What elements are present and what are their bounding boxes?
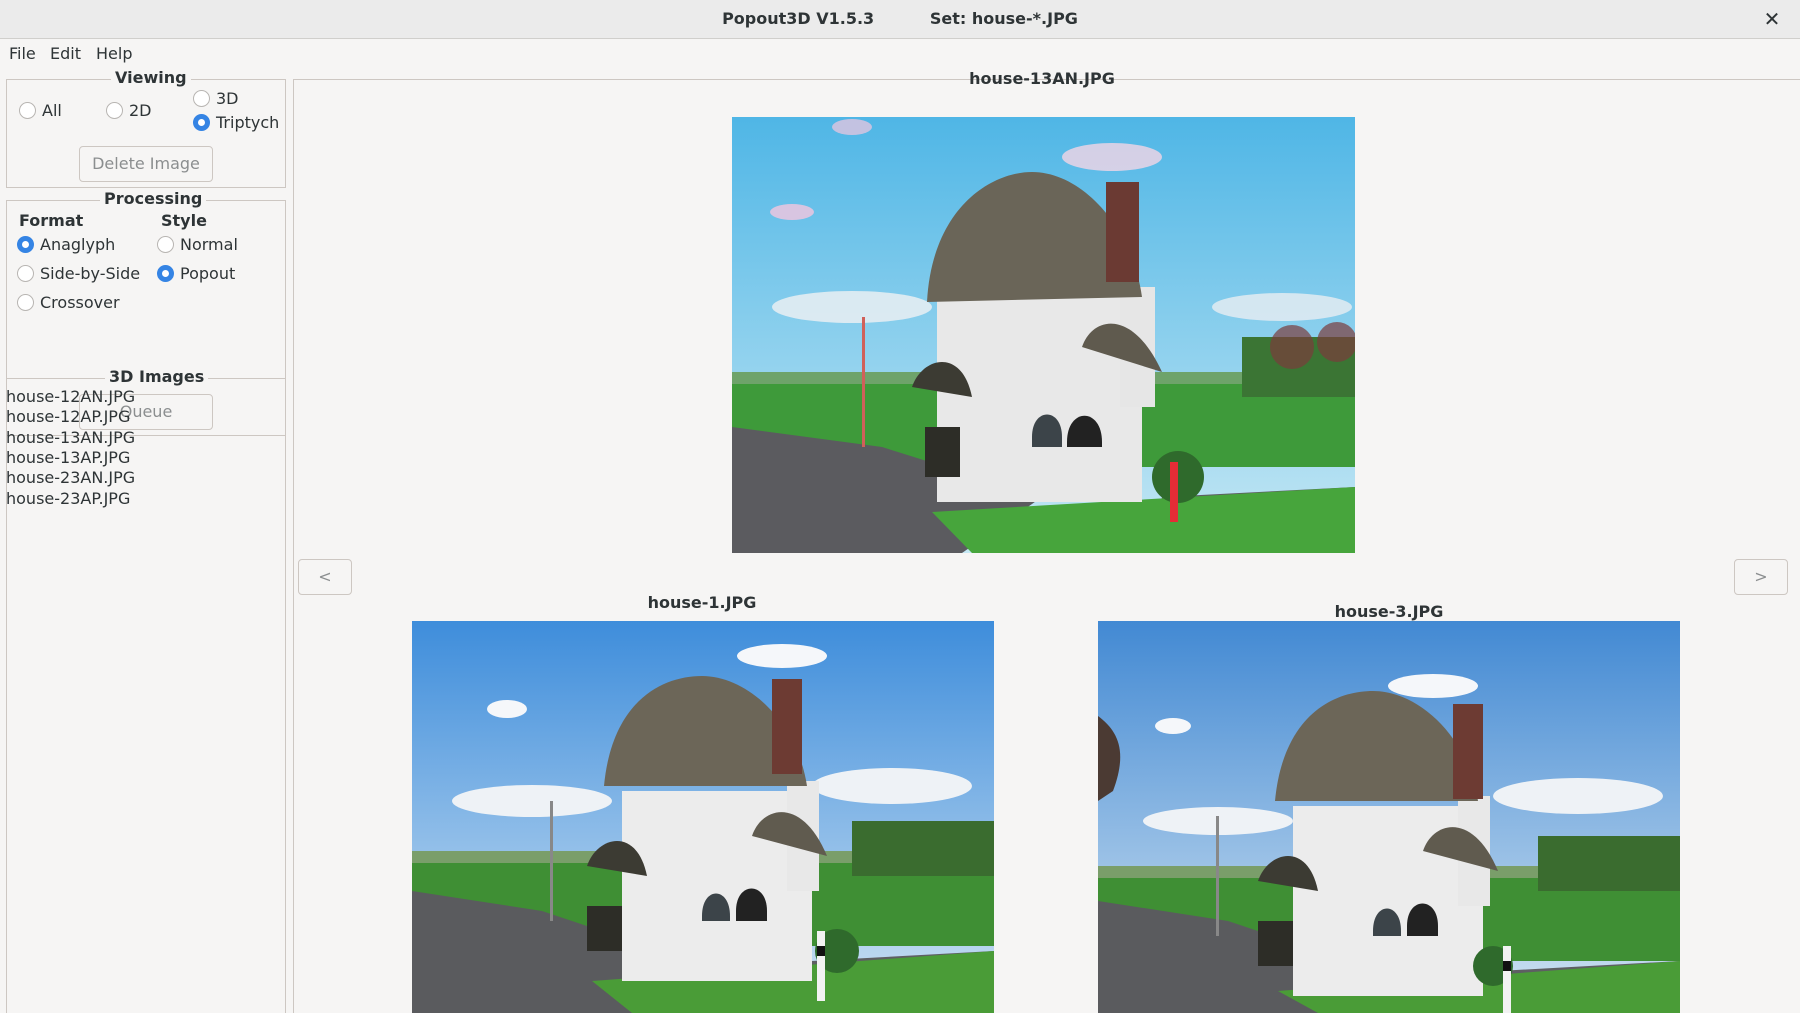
radio-label: 3D [216,89,239,108]
list-item[interactable]: house-23AP.JPG [6,489,130,509]
prev-button[interactable]: < [298,559,352,595]
left-image-caption: house-1.JPG [647,593,757,612]
radio-format-side-by-side[interactable]: Side-by-Side [17,264,140,283]
radio-view-2d[interactable]: 2D [106,101,152,120]
radio-label: 2D [129,101,152,120]
radio-label: Anaglyph [40,235,116,254]
style-header: Style [161,211,207,230]
format-header: Format [19,211,84,230]
title-bar: Popout3D V1.5.3 Set: house-*.JPG ✕ [0,0,1800,39]
processing-label: Processing [100,189,207,208]
radio-view-all[interactable]: All [19,101,62,120]
radio-indicator [17,236,34,253]
images-list-label: 3D Images [105,367,209,386]
viewing-label: Viewing [111,68,191,87]
top-image-caption: house-13AN.JPG [969,69,1115,88]
radio-indicator [17,294,34,311]
radio-format-crossover[interactable]: Crossover [17,293,120,312]
radio-label: Normal [180,235,238,254]
anaglyph-image [732,117,1355,553]
radio-indicator [157,236,174,253]
radio-view-triptych[interactable]: Triptych [193,113,279,132]
window-title: Popout3D V1.5.3 Set: house-*.JPG [0,9,1800,28]
list-item[interactable]: house-12AP.JPG [6,407,130,427]
menu-bar: File Edit Help [0,40,1800,69]
menu-help[interactable]: Help [96,44,132,63]
radio-indicator [157,265,174,282]
radio-style-normal[interactable]: Normal [157,235,238,254]
left-source-image [412,621,994,1013]
radio-indicator [193,114,210,131]
radio-indicator [17,265,34,282]
radio-indicator [106,102,123,119]
radio-style-popout[interactable]: Popout [157,264,235,283]
radio-format-anaglyph[interactable]: Anaglyph [17,235,115,254]
radio-label: Side-by-Side [40,264,141,283]
viewing-frame: Viewing All 2D 3D Triptych Delete Image [6,68,286,188]
menu-file[interactable]: File [9,44,36,63]
app-title: Popout3D V1.5.3 [722,9,875,28]
right-image-caption: house-3.JPG [1334,602,1444,621]
set-label: Set: house-*.JPG [929,9,1078,28]
next-button[interactable]: > [1734,559,1788,595]
menu-edit[interactable]: Edit [50,44,81,63]
radio-indicator [19,102,36,119]
list-item[interactable]: house-13AN.JPG [6,428,135,448]
list-item[interactable]: house-12AN.JPG [6,387,135,407]
radio-label: All [42,101,62,120]
list-item[interactable]: house-23AN.JPG [6,468,135,488]
radio-view-3d[interactable]: 3D [193,89,239,108]
radio-label: Crossover [40,293,120,312]
radio-label: Popout [180,264,236,283]
right-source-image [1098,621,1680,1013]
close-icon[interactable]: ✕ [1760,7,1784,31]
delete-image-button[interactable]: Delete Image [79,146,213,182]
radio-label: Triptych [216,113,280,132]
list-item[interactable]: house-13AP.JPG [6,448,130,468]
radio-indicator [193,90,210,107]
sidebar: Viewing All 2D 3D Triptych Delete Image … [0,68,290,1013]
